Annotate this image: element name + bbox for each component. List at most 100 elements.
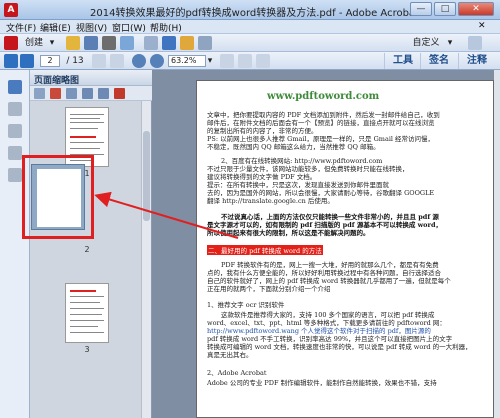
share-icon[interactable]	[198, 36, 212, 50]
doc-line: 不稳定，既然国内 QQ 邮箱这么给力，当然推荐 QQ 邮箱。	[207, 143, 380, 151]
maximize-button[interactable]: □	[434, 2, 456, 16]
fit-width-icon[interactable]	[238, 54, 252, 68]
menu-file[interactable]: 文件(F)	[6, 21, 36, 34]
signatures-icon[interactable]	[8, 168, 22, 182]
menu-bar: 文件(F) 编辑(E) 视图(V) 窗口(W) 帮助(H) ✕	[0, 20, 500, 34]
open-folder-icon[interactable]	[66, 36, 80, 50]
rotate-right-icon[interactable]	[98, 88, 109, 99]
sign-icon[interactable]	[180, 36, 194, 50]
chevron-down-icon[interactable]: ▾	[48, 36, 56, 50]
bookmarks-icon[interactable]	[8, 102, 22, 116]
doc-line: word、excel、txt、ppt、html 等多种格式，下载更多请前往的 p…	[207, 319, 446, 327]
doc-line: Adobe 公司的专业 PDF 制作编辑软件，能制作自然能转换，效果也不错，支持	[207, 379, 437, 387]
close-button[interactable]: ✕	[458, 2, 494, 16]
navigation-toolbar: 2 / 13 63.2% ▾ 工具 签名 注释	[0, 52, 500, 70]
doc-line: 翻译 http://translate.google.cn 后使用。	[207, 197, 334, 205]
doc-line: 不过只限于少量文件，该网站功能较多，但免费转换时只能在线转换，	[207, 165, 409, 173]
thumbnails-title: 页面缩略图	[34, 76, 80, 86]
page-number-2: 2	[84, 245, 90, 254]
page-properties-icon[interactable]	[114, 88, 125, 99]
comment-icon[interactable]	[162, 36, 176, 50]
acrobat-app-icon: A	[4, 3, 18, 17]
page-thumbnails-panel: 页面缩略图 1 2 3	[30, 70, 152, 418]
view-options-icon[interactable]	[468, 36, 482, 50]
doc-line: PDF 转换软件有的是，网上一搜一大堆，好用的就那么几个，都是有有免费	[221, 261, 439, 269]
thumbnails-toolbar	[30, 86, 152, 101]
read-mode-icon[interactable]	[256, 54, 270, 68]
document-page: www.pdftoword.com 文章中，把你要提取内容的 PDF 文档添加到…	[196, 80, 494, 418]
save-icon[interactable]	[84, 36, 98, 50]
doc-line: 1、推荐文字 ocr 识别软件	[207, 301, 285, 309]
tab-sign[interactable]: 签名	[420, 53, 457, 69]
section-heading-highlighted: 二、最好用的 pdf 转换成 word 的方法	[207, 245, 323, 255]
minimize-button[interactable]: —	[410, 2, 432, 16]
main-toolbar: 创建 ▾ 自定义 ▾	[0, 34, 500, 52]
close-doc-icon[interactable]: ✕	[478, 21, 486, 31]
customize-button[interactable]: 自定义	[406, 36, 446, 50]
doc-line: 文章中，把你要提取内容的 PDF 文档添加到附件，然后发一封邮件给自己，收到	[207, 111, 440, 119]
menu-view[interactable]: 视图(V)	[76, 21, 107, 34]
next-page-icon[interactable]	[20, 54, 34, 68]
acrobat-window: A 2014转换效果最好的pdf转换成word转换器及方法.pdf - Adob…	[0, 0, 500, 418]
selected-page-thumbnail-2[interactable]	[22, 155, 94, 239]
page-thumbnails-icon[interactable]	[8, 80, 22, 94]
doc-line: 这款软件是推荐得大家的，支持 100 多个国家的语言，可以把 pdf 转换成	[221, 311, 435, 319]
window-title: 2014转换效果最好的pdf转换成word转换器及方法.pdf - Adobe …	[90, 8, 420, 19]
prev-page-icon[interactable]	[4, 54, 18, 68]
create-button[interactable]: 创建	[20, 36, 48, 50]
rotate-left-icon[interactable]	[82, 88, 93, 99]
doc-line: 邮件后，在附件文档的后面会有一个【预览】的链接，直接点开就可以在线浏览	[207, 119, 435, 127]
page-thumbnail-3[interactable]	[65, 283, 109, 343]
doc-line: 真是无出其右。	[207, 351, 253, 359]
document-viewport: www.pdftoword.com 文章中，把你要提取内容的 PDF 文档添加到…	[152, 70, 500, 418]
layers-icon[interactable]	[8, 146, 22, 160]
hand-tool-icon[interactable]	[110, 54, 124, 68]
page-total-label: / 13	[66, 56, 84, 66]
insert-page-icon[interactable]	[50, 88, 61, 99]
thumbnails-scrollbar[interactable]	[141, 101, 151, 418]
doc-line: 2、Adobe Acrobat	[207, 369, 267, 377]
tab-tools[interactable]: 工具	[384, 53, 421, 69]
settings-gear-icon[interactable]	[144, 36, 158, 50]
page-number-3: 3	[84, 345, 90, 354]
doc-line-bold: 所以使用起来有很大的限制，所以这是不能解决问题的。	[207, 229, 370, 237]
delete-page-icon[interactable]	[66, 88, 77, 99]
email-icon[interactable]	[120, 36, 134, 50]
menu-edit[interactable]: 编辑(E)	[40, 21, 71, 34]
print-icon[interactable]	[102, 36, 116, 50]
scrollbar-thumb[interactable]	[143, 131, 150, 221]
create-icon	[4, 36, 18, 50]
doc-line-link[interactable]: http://www.pdftoword.wang 个人觉得这个软件对于扫描的 …	[207, 327, 487, 335]
doc-line: 去的，因为是国外的网站，所以会很慢，大家请耐心等待，谷歌翻译 GOOGLE	[207, 189, 435, 197]
document-scrollbar[interactable]	[494, 70, 500, 418]
doc-line: 的复制出所有的内容了，非常的方便。	[207, 127, 318, 135]
fit-page-icon[interactable]	[220, 54, 234, 68]
thumb-options-icon[interactable]	[34, 88, 45, 99]
menu-window[interactable]: 窗口(W)	[112, 21, 146, 34]
doc-line: 正在用的就两个，下面就分别介绍一个介绍	[207, 285, 331, 293]
doc-line: 提示：在所有转换中，只是这次，发现直接发送到你邮件里面就	[207, 181, 389, 189]
zoom-chevron-icon[interactable]: ▾	[206, 54, 214, 68]
doc-line-bold: 不过说真心话，上面的方法仅仅只能转换一些文件非常小的，并且且 pdf 源	[221, 213, 439, 221]
thumbnail-selection-frame	[31, 164, 85, 230]
doc-line: 建议将转换得到的文字做 PDF 文档。	[207, 173, 317, 181]
doc-line: 点的，我有什么方便全能的，所以好好利用转换过程中有各种问题，自行选择适合	[207, 269, 441, 277]
attachment-icon[interactable]	[8, 124, 22, 138]
navigation-pane-rail	[0, 70, 30, 418]
doc-line: 转换成可编辑的 word 文档，转换速度也非常的快，可以说是 pdf 转成 wo…	[207, 343, 472, 351]
tab-comment[interactable]: 注释	[458, 53, 495, 69]
zoom-in-icon[interactable]	[150, 54, 164, 68]
doc-line-bold: 是文字源才可以的，如有限制的 pdf 扫描版的 pdf 源基本不可以转换成 wo…	[207, 221, 442, 229]
select-cursor-icon[interactable]	[92, 54, 106, 68]
customize-chevron-icon[interactable]: ▾	[446, 36, 454, 50]
watermark-url: www.pdftoword.com	[267, 91, 380, 102]
zoom-level-input[interactable]: 63.2%	[168, 55, 206, 67]
menu-help[interactable]: 帮助(H)	[150, 21, 182, 34]
thumbnail-page-preview	[37, 169, 81, 227]
zoom-out-icon[interactable]	[132, 54, 146, 68]
doc-line: pdf 转换成 word 不手工转换，识别率高达 99%，并且这个可以直接把图片…	[207, 335, 453, 343]
thumbnails-list: 1 2 3	[30, 101, 142, 418]
doc-line: 2、百度有在线转换网站: http://www.pdftoword.com	[221, 157, 383, 165]
page-number-input[interactable]: 2	[40, 55, 60, 67]
title-bar: A 2014转换效果最好的pdf转换成word转换器及方法.pdf - Adob…	[0, 0, 500, 20]
